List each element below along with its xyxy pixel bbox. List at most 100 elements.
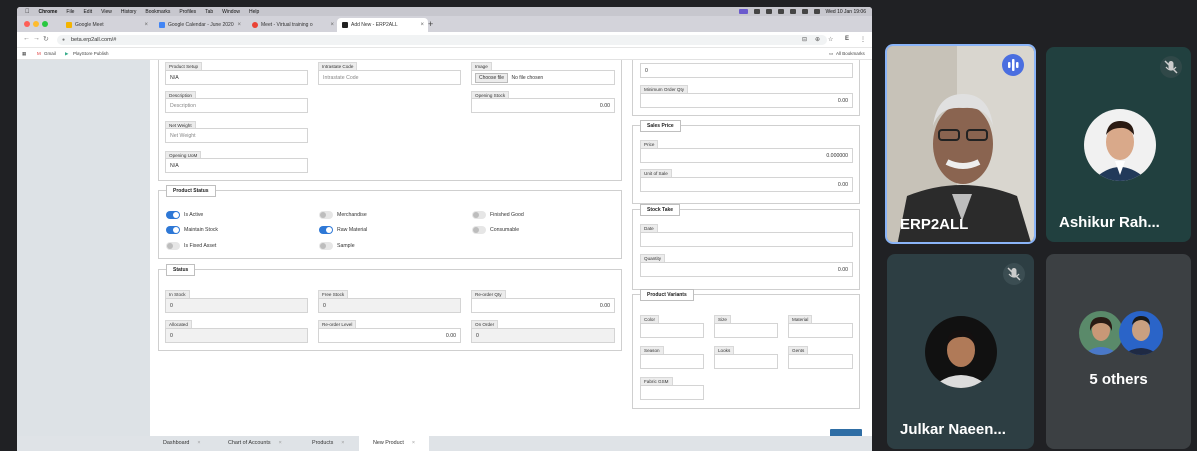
meet-favicon-icon <box>66 22 72 28</box>
fabric-gsm-input[interactable] <box>640 385 704 400</box>
min-order-qty-input[interactable]: 0.00 <box>640 93 853 108</box>
volume-icon[interactable] <box>765 9 772 14</box>
browser-tab-calendar[interactable]: Google Calendar - June 2020 × <box>154 18 245 32</box>
opening-uom-input[interactable]: N/A <box>165 158 308 173</box>
net-weight-input[interactable]: Net Weight <box>165 128 308 143</box>
menu-tab[interactable]: Tab <box>205 9 213 15</box>
participant-tile-julkar[interactable]: Julkar Naeen... <box>887 254 1034 449</box>
menu-view[interactable]: View <box>101 9 112 15</box>
material-input[interactable] <box>788 323 853 338</box>
consumable-toggle[interactable] <box>472 226 486 234</box>
reorder-level-input[interactable]: 0.00 <box>318 328 461 343</box>
color-input[interactable] <box>640 323 704 338</box>
maintain-stock-toggle[interactable] <box>166 226 180 234</box>
bookmark-star-icon[interactable]: ☆ <box>828 36 833 43</box>
menu-file[interactable]: File <box>66 9 74 15</box>
on-order-value: 0 <box>471 328 615 343</box>
wifi-icon[interactable] <box>789 9 796 14</box>
close-tab-icon[interactable]: × <box>420 22 428 28</box>
menu-clock[interactable]: Wed 10 Jan 19:06 <box>826 9 867 15</box>
tab-new-product[interactable]: New Product × <box>359 436 430 451</box>
menu-app-name[interactable]: Chrome <box>39 9 58 15</box>
is-fixed-asset-toggle[interactable] <box>166 242 180 250</box>
close-tab-icon[interactable]: × <box>341 440 344 446</box>
tab-label: Add New - ERP2ALL <box>351 22 398 28</box>
raw-material-toggle[interactable] <box>319 226 333 234</box>
product-setup-input[interactable]: N/A <box>165 70 308 85</box>
app-bottom-tabs: Dashboard × Chart of Accounts × Products × … <box>17 436 872 451</box>
extension-icon[interactable]: E <box>845 36 849 42</box>
reorder-qty-input[interactable]: 0.00 <box>471 298 615 313</box>
new-tab-icon[interactable]: + <box>428 19 433 29</box>
site-info-icon[interactable]: ● <box>62 37 65 43</box>
gents-input[interactable] <box>788 354 853 369</box>
close-tab-icon[interactable]: × <box>412 440 415 446</box>
back-icon[interactable]: ← <box>23 35 30 42</box>
sample-toggle[interactable] <box>319 242 333 250</box>
participant-avatar <box>925 316 997 388</box>
close-window-icon[interactable] <box>24 21 30 27</box>
bookmark-playstore[interactable]: PlayStore Publish <box>73 51 109 56</box>
menu-help[interactable]: Help <box>249 9 259 15</box>
browser-tab-google-meet[interactable]: Google Meet × <box>61 18 152 32</box>
season-input[interactable] <box>640 354 704 369</box>
mac-menu-bar:  Chrome File Edit View History Bookmark… <box>17 7 872 16</box>
date-input[interactable] <box>640 232 853 247</box>
gmail-icon: M <box>37 51 41 56</box>
all-bookmarks[interactable]: All Bookmarks <box>836 51 865 56</box>
participant-tile-others[interactable]: 5 others <box>1046 254 1191 449</box>
image-file-input[interactable]: Choose file No file chosen <box>471 70 615 85</box>
is-active-toggle[interactable] <box>166 211 180 219</box>
calendar-favicon-icon <box>159 22 165 28</box>
apple-icon[interactable]:  <box>25 9 30 15</box>
apps-grid-icon[interactable]: ▦ <box>22 51 26 57</box>
maintain-stock-label: Maintain Stock <box>184 227 219 233</box>
browser-tab-meet-training[interactable]: Meet - Virtual training o × <box>247 18 338 32</box>
close-tab-icon[interactable]: × <box>144 22 152 28</box>
choose-file-button[interactable]: Choose file <box>475 73 509 83</box>
menu-window[interactable]: Window <box>222 9 240 15</box>
close-tab-icon[interactable]: × <box>237 22 245 28</box>
top-value-input[interactable]: 0 <box>640 63 853 78</box>
participant-tile-erp2all[interactable]: ERP2ALL <box>885 44 1036 244</box>
screen-share-icon[interactable] <box>738 9 748 14</box>
bookmark-gmail[interactable]: Gmail <box>44 51 56 56</box>
menu-bookmarks[interactable]: Bookmarks <box>145 9 170 15</box>
zoom-icon[interactable]: ⊕ <box>815 36 820 43</box>
menu-profiles[interactable]: Profiles <box>179 9 196 15</box>
size-input[interactable] <box>714 323 778 338</box>
unit-of-sale-input[interactable]: 0.00 <box>640 177 853 192</box>
menu-edit[interactable]: Edit <box>83 9 92 15</box>
install-app-icon[interactable]: ⊟ <box>802 36 807 43</box>
control-center-icon[interactable] <box>813 9 820 14</box>
merchandise-toggle[interactable] <box>319 211 333 219</box>
url-field[interactable]: ● beta.erp2all.com/# <box>57 35 827 45</box>
description-input[interactable]: Description <box>165 98 308 113</box>
menu-history[interactable]: History <box>121 9 137 15</box>
close-tab-icon[interactable]: × <box>279 440 282 446</box>
in-stock-value: 0 <box>165 298 308 313</box>
allocated-value: 0 <box>165 328 308 343</box>
finished-good-toggle[interactable] <box>472 211 486 219</box>
close-tab-icon[interactable]: × <box>197 440 200 446</box>
minimize-window-icon[interactable] <box>33 21 39 27</box>
intrastate-code-input[interactable]: Intrastate Code <box>318 70 461 85</box>
bluetooth-icon[interactable] <box>777 9 784 14</box>
price-input[interactable]: 0.000000 <box>640 148 853 163</box>
opening-stock-input[interactable]: 0.00 <box>471 98 615 113</box>
tab-label: Google Meet <box>75 22 104 28</box>
participant-tile-ashikur[interactable]: Ashikur Rah... <box>1046 47 1191 242</box>
browser-tab-erp2all[interactable]: Add New - ERP2ALL × <box>337 18 428 32</box>
quantity-input[interactable]: 0.00 <box>640 262 853 277</box>
status-icon[interactable] <box>753 9 760 14</box>
search-icon[interactable] <box>801 9 808 14</box>
reload-icon[interactable]: ↻ <box>43 35 49 43</box>
tab-chart-of-accounts[interactable]: Chart of Accounts × <box>214 436 296 451</box>
more-menu-icon[interactable]: ⋮ <box>860 36 866 43</box>
maximize-window-icon[interactable] <box>42 21 48 27</box>
forward-icon[interactable]: → <box>33 35 40 42</box>
looks-input[interactable] <box>714 354 778 369</box>
address-bar-row: ← → ↻ ● beta.erp2all.com/# ⊟ ⊕ ☆ E ⋮ <box>17 32 872 48</box>
tab-products[interactable]: Products × <box>298 436 358 451</box>
tab-dashboard[interactable]: Dashboard × <box>149 436 215 451</box>
